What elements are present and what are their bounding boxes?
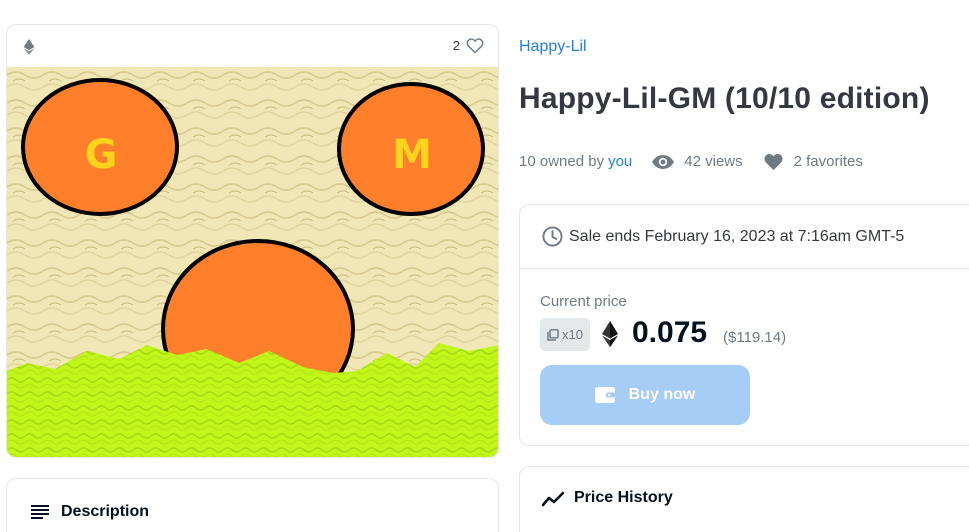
list-icon — [31, 505, 49, 519]
owned-stat: 10 owned by you — [519, 153, 632, 170]
sale-end-row: Sale ends February 16, 2023 at 7:16am GM… — [520, 205, 969, 269]
art-letter-m: M — [392, 132, 432, 178]
wallet-icon — [594, 387, 615, 403]
views-count: 42 views — [684, 153, 743, 170]
price-value: 0.075 — [632, 316, 708, 349]
quantity-text: x10 — [562, 327, 583, 342]
description-panel[interactable]: Description — [6, 478, 499, 532]
sale-end-text: Sale ends February 16, 2023 at 7:16am GM… — [569, 227, 905, 245]
price-label: Current price — [540, 293, 627, 310]
art-letter-g: G — [85, 132, 118, 178]
favorites-stat[interactable]: 2 favorites — [763, 152, 863, 171]
owner-link[interactable]: you — [608, 153, 632, 170]
nft-artwork[interactable]: G M — [7, 67, 499, 458]
description-title: Description — [61, 503, 150, 520]
buy-now-label: Buy now — [628, 386, 696, 403]
buy-now-button[interactable]: Buy now — [540, 365, 750, 425]
trade-panel: Sale ends February 16, 2023 at 7:16am GM… — [519, 204, 969, 446]
owned-text: 10 owned by — [519, 153, 605, 170]
copies-icon — [547, 328, 559, 341]
favorite-control[interactable]: 2 — [453, 37, 484, 54]
eye-icon — [652, 154, 675, 169]
price-history-panel[interactable]: Price History — [519, 466, 969, 532]
price-usd: ($119.14) — [723, 329, 787, 346]
favorites-count: 2 favorites — [793, 153, 863, 170]
clock-icon — [542, 226, 563, 247]
collection-link[interactable]: Happy-Lil — [519, 38, 587, 56]
item-stats: 10 owned by you 42 views 2 favorites — [519, 152, 883, 171]
views-stat: 42 views — [652, 153, 743, 170]
heart-icon — [764, 154, 783, 171]
ethereum-icon — [602, 321, 618, 347]
favorite-count: 2 — [452, 38, 460, 53]
media-card: 2 G M — [6, 24, 499, 458]
price-history-title: Price History — [574, 489, 673, 506]
quantity-badge: x10 — [540, 318, 590, 351]
ethereum-icon[interactable] — [23, 39, 35, 55]
media-header: 2 — [7, 25, 498, 67]
trend-line-icon — [542, 491, 564, 507]
heart-icon[interactable] — [466, 37, 484, 54]
item-title: Happy-Lil-GM (10/10 edition) — [519, 82, 930, 115]
